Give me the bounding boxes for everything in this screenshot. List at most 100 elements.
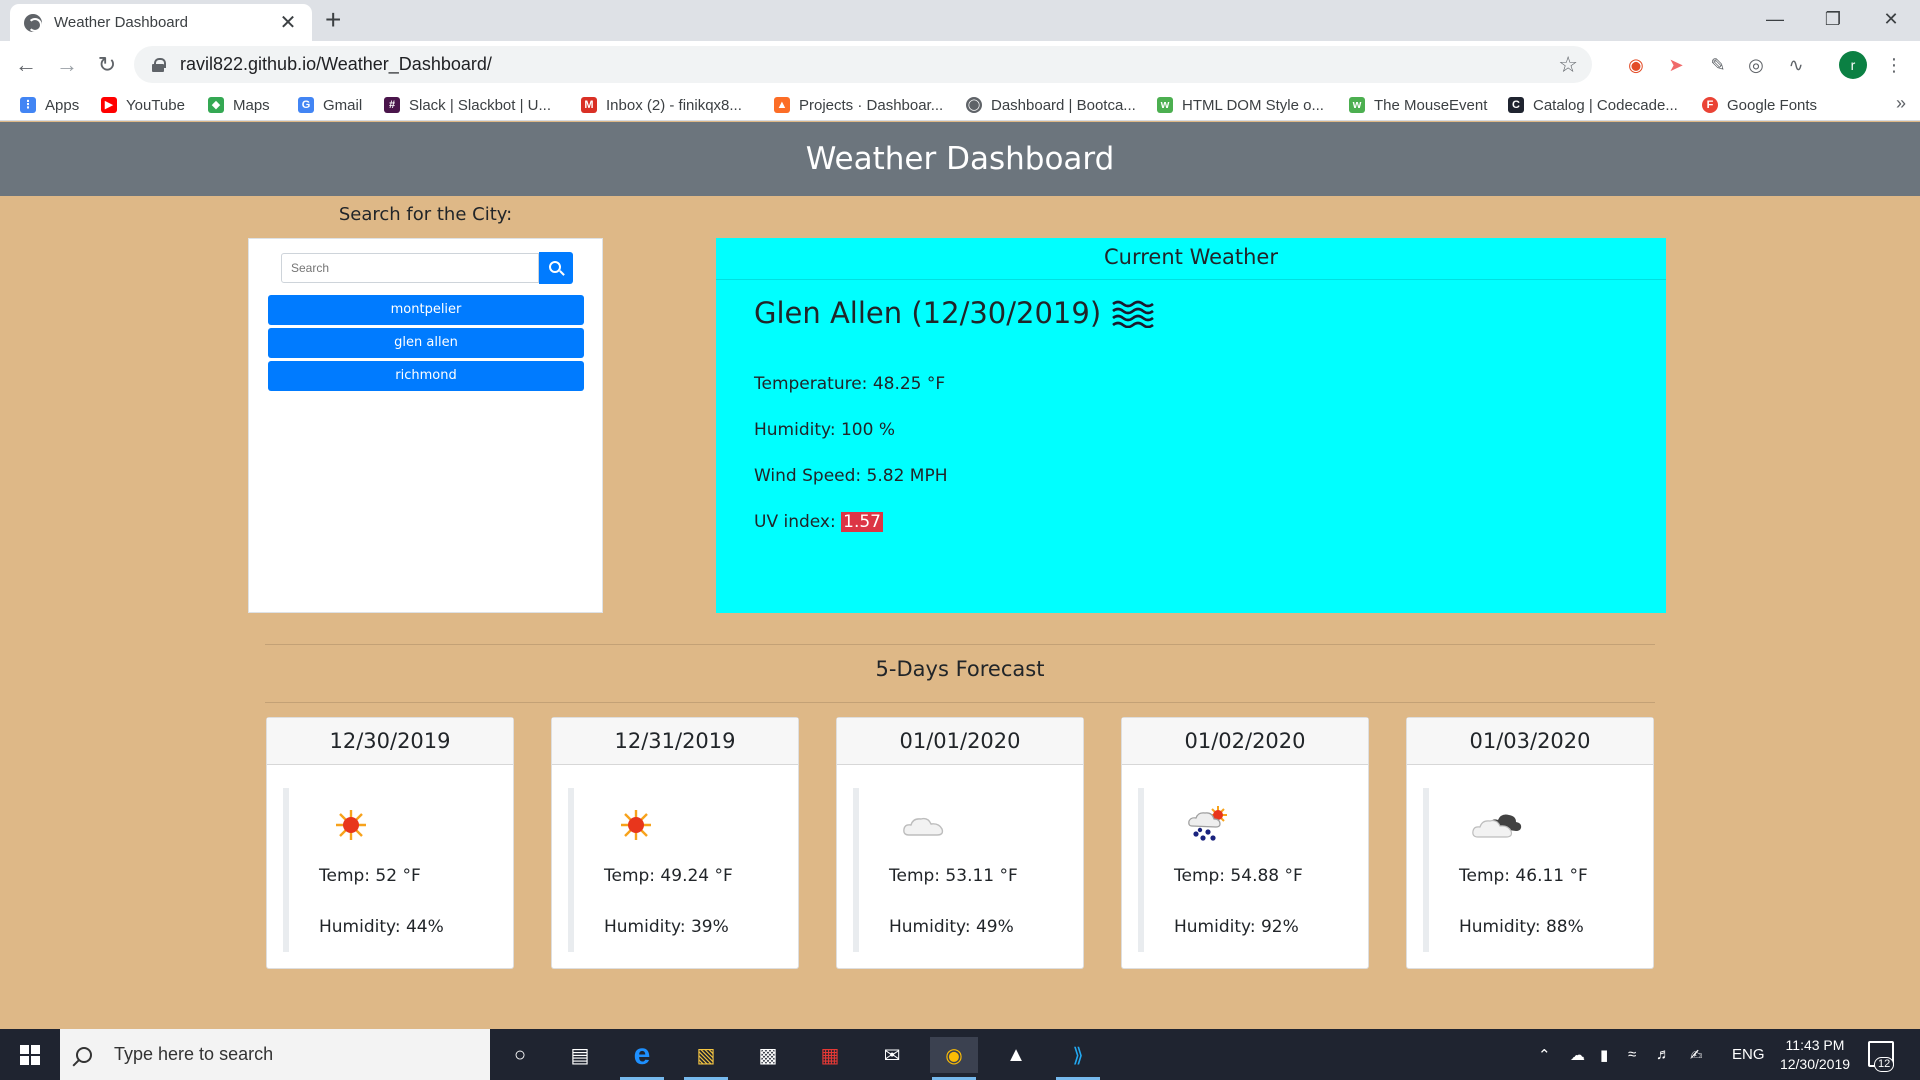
search-icon [549, 261, 561, 273]
battery-icon[interactable]: ▮ [1600, 1029, 1608, 1080]
section-divider [265, 644, 1655, 645]
bookmark-dom-style[interactable]: w HTML DOM Style o... [1157, 94, 1324, 116]
dark-cloud-icon [1472, 814, 1522, 838]
bookmark-google-fonts[interactable]: F Google Fonts [1702, 94, 1817, 116]
mist-waves-icon [1112, 300, 1154, 328]
volume-icon[interactable]: ♬ [1656, 1029, 1671, 1080]
forecast-body: Temp: 52 °F Humidity: 44% [283, 788, 493, 952]
city-history-button[interactable]: montpelier [268, 295, 584, 325]
start-button[interactable] [0, 1029, 60, 1080]
current-city-heading: Glen Allen (12/30/2019) [754, 296, 1155, 330]
bookmark-mouseevent[interactable]: w The MouseEvent [1349, 94, 1487, 116]
bookmark-maps[interactable]: ◆ Maps [208, 94, 270, 116]
bookmark-codecademy[interactable]: C Catalog | Codecade... [1508, 94, 1678, 116]
bookmark-gitlab[interactable]: ▲ Projects · Dashboar... [774, 94, 943, 116]
forecast-body: Temp: 49.24 °F Humidity: 39% [568, 788, 778, 952]
search-button[interactable] [539, 252, 573, 284]
graph-extension-icon[interactable]: ∿ [1784, 53, 1808, 77]
page-header-title: Weather Dashboard [0, 122, 1920, 196]
reload-icon[interactable]: ↻ [91, 49, 123, 81]
city-search-input[interactable] [281, 253, 539, 283]
forecast-card: 12/31/2019 Temp: 49.24 °F Humidity: 39% [551, 717, 799, 969]
browser-tab-active[interactable]: Weather Dashboard ✕ [10, 4, 312, 41]
photos-icon[interactable]: ▲ [992, 1037, 1040, 1073]
onedrive-cloud-icon[interactable]: ☁ [1570, 1029, 1585, 1080]
address-bar[interactable]: ravil822.github.io/Weather_Dashboard/ ☆ [134, 46, 1592, 83]
minimize-window-button[interactable]: — [1752, 4, 1798, 34]
tab-close-button[interactable]: ✕ [278, 10, 298, 35]
gift-app-icon[interactable]: ▦ [806, 1037, 854, 1073]
web-page: Weather Dashboard Search for the City: m… [0, 122, 1920, 1029]
taskbar-search-placeholder: Type here to search [114, 1044, 274, 1064]
new-tab-button[interactable]: + [325, 6, 341, 34]
edge-browser-icon[interactable]: e [618, 1037, 666, 1080]
chrome-browser-icon[interactable]: ◉ [930, 1037, 978, 1080]
tab-title: Weather Dashboard [54, 14, 188, 31]
google-fonts-icon: F [1702, 97, 1718, 113]
show-hidden-icons-chevron-icon[interactable]: ⌃ [1538, 1029, 1551, 1080]
maps-icon: ◆ [208, 97, 224, 113]
bookmark-bootcamp[interactable]: ◯ Dashboard | Bootca... [966, 94, 1136, 116]
cortana-circle-icon[interactable]: ○ [496, 1037, 544, 1073]
browser-toolbar: ← → ↻ ravil822.github.io/Weather_Dashboa… [0, 41, 1920, 88]
profile-avatar[interactable]: r [1839, 51, 1867, 79]
color-picker-extension-icon[interactable]: ✎ [1706, 53, 1730, 77]
forward-arrow-icon[interactable]: → [51, 49, 83, 81]
uv-index-label: UV index: [754, 512, 836, 532]
forecast-title: 5-Days Forecast [875, 657, 1045, 681]
rain-sun-icon [1188, 806, 1227, 841]
cloud-icon [903, 817, 944, 836]
bookmark-gmail[interactable]: G Gmail [298, 94, 362, 116]
address-url[interactable]: ravil822.github.io/Weather_Dashboard/ [180, 54, 1558, 75]
forecast-card: 12/30/2019 Temp: 52 °F Humidity: 44% [266, 717, 514, 969]
current-humidity: Humidity: 100 % [754, 420, 895, 440]
pen-ink-icon[interactable]: ✍ [1690, 1029, 1703, 1080]
bookmarks-overflow-button[interactable]: » [1896, 93, 1906, 114]
bookmark-youtube[interactable]: ▶ YouTube [101, 94, 185, 116]
forecast-temperature: Temp: 52 °F [319, 866, 421, 886]
vscode-icon[interactable]: ⟫ [1054, 1037, 1102, 1080]
extension-circle-icon[interactable]: ◎ [1744, 53, 1768, 77]
microsoft-store-icon[interactable]: ▩ [744, 1037, 792, 1073]
current-weather-panel: Current Weather Glen Allen (12/30/2019) … [716, 238, 1666, 613]
bookmark-star-icon[interactable]: ☆ [1558, 52, 1578, 78]
clock-time: 11:43 PM [1785, 1037, 1845, 1053]
globe-favicon-icon [24, 13, 42, 32]
current-wind-speed: Wind Speed: 5.82 MPH [754, 466, 948, 486]
mail-icon[interactable]: ✉ [868, 1037, 916, 1073]
bookmark-inbox[interactable]: M Inbox (2) - finikqx8... [581, 94, 742, 116]
language-indicator[interactable]: ENG [1732, 1029, 1765, 1080]
maximize-window-button[interactable]: ❐ [1810, 4, 1856, 34]
clock-date: 12/30/2019 [1779, 1056, 1851, 1072]
city-history-button[interactable]: richmond [268, 361, 584, 391]
forecast-temperature: Temp: 54.88 °F [1174, 866, 1303, 886]
forecast-temperature: Temp: 46.11 °F [1459, 866, 1588, 886]
youtube-icon: ▶ [101, 97, 117, 113]
forecast-body: Temp: 46.11 °F Humidity: 88% [1423, 788, 1633, 952]
pocket-extension-icon[interactable]: ◉ [1624, 53, 1648, 77]
sun-icon [621, 810, 651, 840]
back-arrow-icon[interactable]: ← [10, 49, 42, 81]
wifi-icon[interactable]: ≈ [1628, 1029, 1636, 1080]
share-extension-icon[interactable]: ➤ [1664, 53, 1688, 77]
menu-kebab-icon[interactable]: ⋮ [1882, 53, 1906, 77]
city-history-button[interactable]: glen allen [268, 328, 584, 358]
forecast-date: 12/30/2019 [267, 718, 513, 765]
forecast-card: 01/01/2020 Temp: 53.11 °F Humidity: 49% [836, 717, 1084, 969]
forecast-body: Temp: 54.88 °F Humidity: 92% [1138, 788, 1348, 952]
lock-icon [152, 57, 166, 72]
bookmark-apps[interactable]: ⋮ Apps [20, 94, 79, 116]
bookmark-slack[interactable]: # Slack | Slackbot | U... [384, 94, 551, 116]
uv-index-badge: 1.57 [841, 512, 883, 532]
close-window-button[interactable]: ✕ [1868, 4, 1914, 34]
taskbar-search-box[interactable]: Type here to search [60, 1029, 490, 1080]
file-explorer-icon[interactable]: ▧ [682, 1037, 730, 1080]
forecast-humidity: Humidity: 92% [1174, 917, 1299, 937]
forecast-card: 01/02/2020 Temp: 54.88 °F Humidity: 92% [1121, 717, 1369, 969]
task-view-icon[interactable]: ▤ [556, 1037, 604, 1073]
search-icon [76, 1046, 92, 1063]
forecast-date: 12/31/2019 [552, 718, 798, 765]
bookmarks-bar: ⋮ Apps ▶ YouTube ◆ Maps G Gmail # Slack | Sla… [0, 88, 1920, 121]
google-g-icon: G [298, 97, 314, 113]
taskbar-clock[interactable]: 11:43 PM 12/30/2019 [1770, 1036, 1860, 1074]
